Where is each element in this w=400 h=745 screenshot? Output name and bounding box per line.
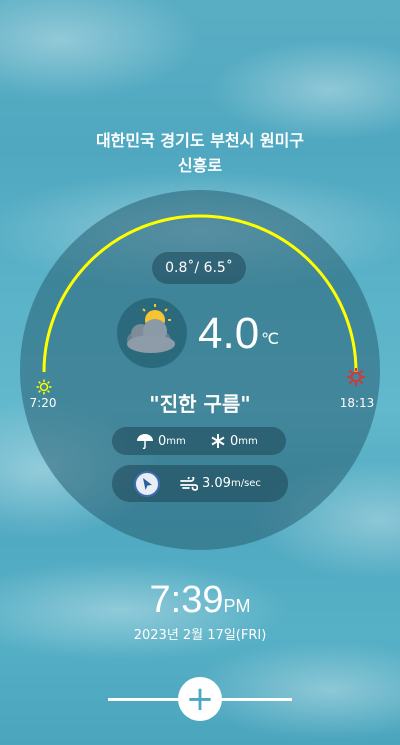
wind-speed: 3.09 m/sec [180,465,261,502]
wind-value: 3.09 [202,476,231,491]
rain-unit: mm [166,435,186,447]
wind-unit: m/sec [230,478,261,489]
weather-condition: "진한 구름" [149,392,251,416]
slider-track-right[interactable] [220,698,292,701]
wind-icon [180,476,198,491]
current-temperature: 4.0 ℃ [198,306,279,362]
cloudy-sun-icon [117,298,187,368]
min-max-temperature: 0.8˚/ 6.5˚ [152,252,246,284]
time-value: 7:39 [149,579,224,621]
wind-pill: 3.09 m/sec [112,465,288,502]
clock-date: 2023년 2월 17일(FRI) [133,628,267,643]
snowflake-icon [211,434,225,448]
clock-time: 7:39PM [0,578,400,628]
navigation-arrow-icon [134,470,160,497]
snow-unit: mm [238,435,258,447]
umbrella-icon [137,434,153,449]
plus-icon: + [185,679,215,719]
temperature-value: 4.0 [198,309,260,358]
slider-track-left[interactable] [108,698,180,701]
precipitation-pill: 0 mm 0 mm [112,427,286,455]
rain-value: 0 [158,433,167,449]
snow-amount: 0 mm [210,427,258,455]
add-button[interactable]: + [178,677,222,721]
time-ampm: PM [223,596,251,616]
snow-value: 0 [230,433,239,449]
rain-amount: 0 mm [136,427,186,455]
temperature-unit: ℃ [261,331,280,348]
wind-direction [134,465,160,502]
